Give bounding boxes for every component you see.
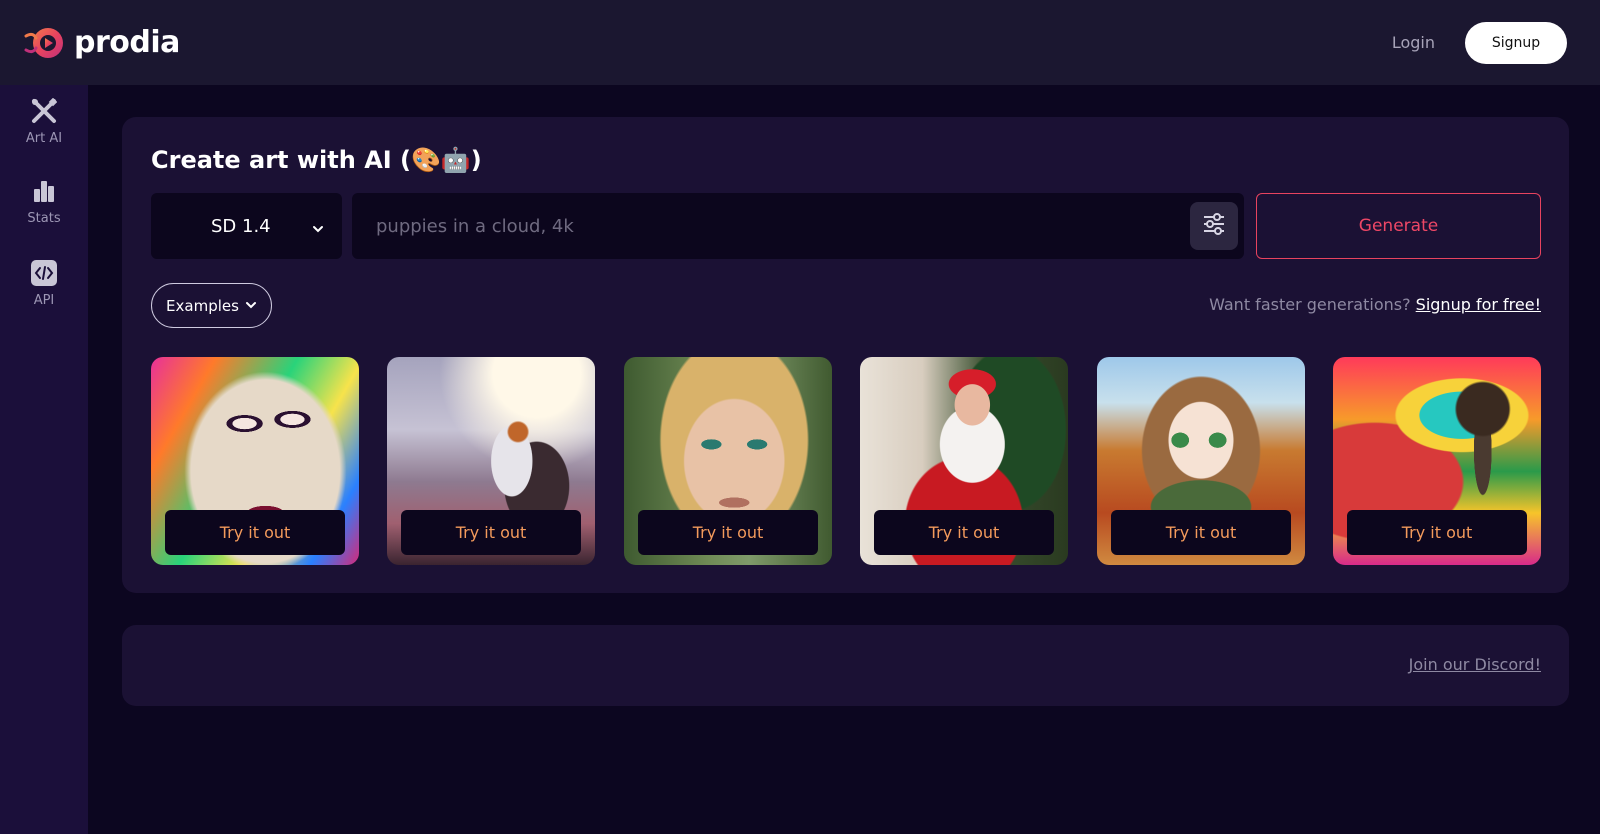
sidebar-item-label: Stats [27,211,61,226]
try-it-out-button[interactable]: Try it out [165,510,345,555]
brush-pencil-icon [30,97,58,125]
footer-card: Join our Discord! [122,625,1569,706]
examples-label: Examples [166,296,239,315]
model-select-value: SD 1.4 [211,215,271,237]
sidebar: Art AI Stats API [0,85,88,834]
example-card[interactable]: Try it out [1097,357,1305,565]
sidebar-item-api[interactable]: API [0,259,88,308]
example-card[interactable]: Try it out [387,357,595,565]
prodia-logo-icon [24,26,66,60]
page-title: Create art with AI (🎨🤖) [151,146,482,174]
try-it-out-button[interactable]: Try it out [638,510,818,555]
example-card[interactable]: Try it out [624,357,832,565]
brand-name: prodia [74,25,180,60]
brand[interactable]: prodia [24,25,180,60]
code-icon [30,259,58,287]
sidebar-item-label: API [33,293,55,308]
example-card[interactable]: Try it out [1333,357,1541,565]
faster-generations-text: Want faster generations? Signup for free… [1209,295,1541,314]
create-art-card: Create art with AI (🎨🤖) SD 1.4 puppies i… [122,117,1569,593]
signup-free-link[interactable]: Signup for free! [1416,295,1541,314]
top-actions: Login Signup [1392,21,1567,64]
try-it-out-button[interactable]: Try it out [1347,510,1527,555]
example-card[interactable]: Try it out [860,357,1068,565]
sidebar-item-label: Art AI [25,131,63,146]
try-it-out-button[interactable]: Try it out [401,510,581,555]
bar-chart-icon [30,177,58,205]
try-it-out-button[interactable]: Try it out [874,510,1054,555]
discord-link[interactable]: Join our Discord! [1409,655,1541,674]
examples-gallery: Try it out Try it out Try it out Try it … [151,357,1541,565]
chevron-down-icon [245,297,257,315]
examples-dropdown[interactable]: Examples [151,283,272,328]
sidebar-item-art-ai[interactable]: Art AI [0,97,88,146]
signup-button[interactable]: Signup [1465,21,1567,64]
try-it-out-button[interactable]: Try it out [1111,510,1291,555]
sidebar-item-stats[interactable]: Stats [0,177,88,226]
prompt-input[interactable] [352,193,1172,259]
chevron-down-icon [312,219,324,240]
model-select[interactable]: SD 1.4 [151,193,342,259]
sliders-icon [1202,213,1226,239]
faster-text: Want faster generations? [1209,295,1411,314]
login-link[interactable]: Login [1392,33,1435,52]
example-card[interactable]: Try it out [151,357,359,565]
settings-button[interactable] [1190,202,1238,250]
top-bar: prodia Login Signup [0,0,1600,85]
prompt-container [352,193,1244,259]
generate-button[interactable]: Generate [1256,193,1541,259]
